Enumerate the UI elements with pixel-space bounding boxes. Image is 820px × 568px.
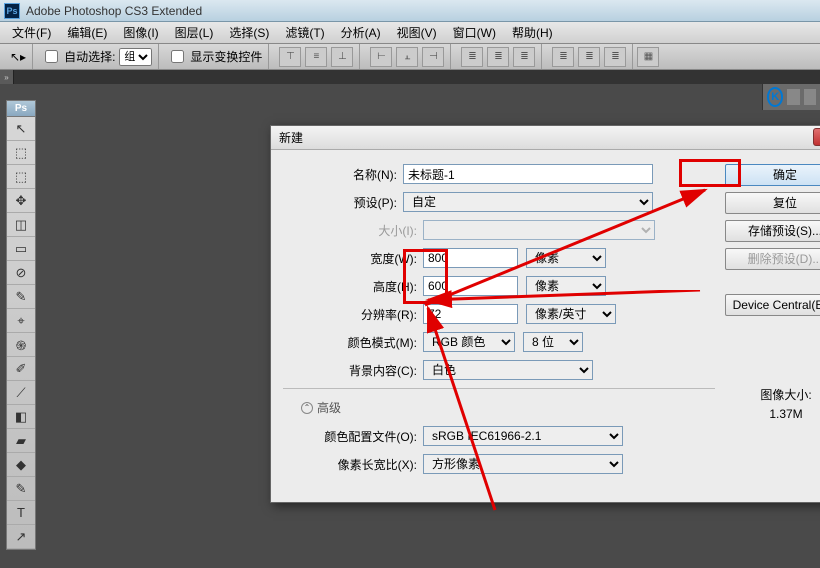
menu-image[interactable]: 图像(I): [115, 22, 166, 43]
dist-4-icon[interactable]: ≣: [552, 47, 574, 67]
color-mode-label: 颜色模式(M):: [283, 334, 423, 351]
kuler-icon[interactable]: K: [767, 87, 783, 107]
menu-bar: 文件(F) 编辑(E) 图像(I) 图层(L) 选择(S) 滤镜(T) 分析(A…: [0, 22, 820, 44]
auto-select-label: 自动选择:: [64, 48, 115, 65]
new-document-dialog: 新建 ✕ 名称(N): 预设(P): 自定 大小(I): 宽度(W): 像素: [270, 125, 820, 503]
dodge-tool[interactable]: ▰: [7, 429, 35, 453]
title-bar: Ps Adobe Photoshop CS3 Extended: [0, 0, 820, 22]
resolution-unit-select[interactable]: 像素/英寸: [526, 304, 616, 324]
name-input[interactable]: [403, 164, 653, 184]
image-size-label: 图像大小:: [725, 386, 820, 403]
menu-filter[interactable]: 滤镜(T): [277, 22, 332, 43]
shape-tool[interactable]: ↗: [7, 525, 35, 549]
toolbox-header-icon[interactable]: Ps: [7, 101, 35, 117]
panel-menu-icon[interactable]: [804, 89, 816, 105]
align-right-icon[interactable]: ⊣: [422, 47, 444, 67]
preset-select[interactable]: 自定: [403, 192, 653, 212]
app-title: Adobe Photoshop CS3 Extended: [26, 4, 202, 18]
lasso-tool[interactable]: ⬚: [7, 165, 35, 189]
menu-window[interactable]: 窗口(W): [445, 22, 504, 43]
background-label: 背景内容(C):: [283, 362, 423, 379]
menu-select[interactable]: 选择(S): [221, 22, 277, 43]
dist-3-icon[interactable]: ≣: [513, 47, 535, 67]
path-select-tool[interactable]: T: [7, 501, 35, 525]
quick-select-tool[interactable]: ✥: [7, 189, 35, 213]
height-label: 高度(H):: [283, 278, 423, 295]
aspect-select[interactable]: 方形像素: [423, 454, 623, 474]
width-unit-select[interactable]: 像素: [526, 248, 606, 268]
width-label: 宽度(W):: [283, 250, 423, 267]
tab-handle-icon[interactable]: »: [0, 70, 14, 84]
eraser-tool[interactable]: ✐: [7, 357, 35, 381]
menu-file[interactable]: 文件(F): [4, 22, 59, 43]
background-select[interactable]: 白色: [423, 360, 593, 380]
menu-analysis[interactable]: 分析(A): [333, 22, 389, 43]
advanced-toggle[interactable]: ⌃ 高级: [301, 399, 715, 416]
height-input[interactable]: [423, 276, 518, 296]
advanced-label: 高级: [317, 399, 341, 416]
ok-button[interactable]: 确定: [725, 164, 820, 186]
delete-preset-button: 删除预设(D)...: [725, 248, 820, 270]
heal-tool[interactable]: ⊘: [7, 261, 35, 285]
size-select: [423, 220, 655, 240]
move-tool-icon: ↖▸: [10, 50, 26, 64]
workspace-icon[interactable]: ▦: [637, 47, 659, 67]
history-brush-tool[interactable]: ֍: [7, 333, 35, 357]
show-transform-label: 显示变换控件: [190, 48, 262, 65]
width-input[interactable]: [423, 248, 518, 268]
aspect-label: 像素长宽比(X):: [283, 456, 423, 473]
save-preset-button[interactable]: 存储预设(S)...: [725, 220, 820, 242]
menu-edit[interactable]: 编辑(E): [59, 22, 115, 43]
toolbox: Ps ↖ ⬚ ⬚ ✥ ◫ ▭ ⊘ ✎ ⌖ ֍ ✐ ⟋ ◧ ▰ ◆ ✎ T ↗: [6, 100, 36, 550]
move-tool[interactable]: ↖: [7, 117, 35, 141]
gradient-tool[interactable]: ⟋: [7, 381, 35, 405]
resolution-input[interactable]: [423, 304, 518, 324]
marquee-tool[interactable]: ⬚: [7, 141, 35, 165]
document-tab-strip: »: [0, 70, 820, 84]
dist-2-icon[interactable]: ≣: [487, 47, 509, 67]
right-dock-strip: K: [762, 84, 820, 110]
profile-label: 颜色配置文件(O):: [283, 428, 423, 445]
name-label: 名称(N):: [283, 166, 403, 183]
crop-tool[interactable]: ◫: [7, 213, 35, 237]
app-logo-icon: Ps: [4, 3, 20, 19]
align-vcenter-icon[interactable]: ≡: [305, 47, 327, 67]
profile-select[interactable]: sRGB IEC61966-2.1: [423, 426, 623, 446]
dist-1-icon[interactable]: ≣: [461, 47, 483, 67]
image-size-value: 1.37M: [725, 407, 820, 421]
brush-tool[interactable]: ✎: [7, 285, 35, 309]
size-label: 大小(I):: [283, 222, 423, 239]
chevron-icon: ⌃: [301, 402, 313, 414]
bit-depth-select[interactable]: 8 位: [523, 332, 583, 352]
align-hcenter-icon[interactable]: ⫠: [396, 47, 418, 67]
menu-view[interactable]: 视图(V): [389, 22, 445, 43]
close-button[interactable]: ✕: [813, 128, 820, 146]
align-top-icon[interactable]: ⊤: [279, 47, 301, 67]
auto-select-target[interactable]: 组: [119, 48, 152, 66]
show-transform-checkbox[interactable]: [171, 50, 184, 63]
stamp-tool[interactable]: ⌖: [7, 309, 35, 333]
options-bar: ↖▸ 自动选择: 组 显示变换控件 ⊤ ≡ ⊥ ⊢ ⫠ ⊣ ≣ ≣ ≣ ≣ ≣ …: [0, 44, 820, 70]
panel-list-icon[interactable]: [787, 89, 799, 105]
dist-6-icon[interactable]: ≣: [604, 47, 626, 67]
reset-button[interactable]: 复位: [725, 192, 820, 214]
resolution-label: 分辨率(R):: [283, 306, 423, 323]
pen-tool[interactable]: ◆: [7, 453, 35, 477]
align-left-icon[interactable]: ⊢: [370, 47, 392, 67]
preset-label: 预设(P):: [283, 194, 403, 211]
slice-tool[interactable]: ▭: [7, 237, 35, 261]
dialog-title: 新建: [279, 129, 303, 146]
auto-select-checkbox[interactable]: [45, 50, 58, 63]
blur-tool[interactable]: ◧: [7, 405, 35, 429]
dialog-titlebar[interactable]: 新建 ✕: [271, 126, 820, 150]
type-tool[interactable]: ✎: [7, 477, 35, 501]
dist-5-icon[interactable]: ≣: [578, 47, 600, 67]
height-unit-select[interactable]: 像素: [526, 276, 606, 296]
menu-help[interactable]: 帮助(H): [504, 22, 561, 43]
align-bottom-icon[interactable]: ⊥: [331, 47, 353, 67]
color-mode-select[interactable]: RGB 颜色: [423, 332, 515, 352]
device-central-button[interactable]: Device Central(E)...: [725, 294, 820, 316]
menu-layer[interactable]: 图层(L): [167, 22, 222, 43]
